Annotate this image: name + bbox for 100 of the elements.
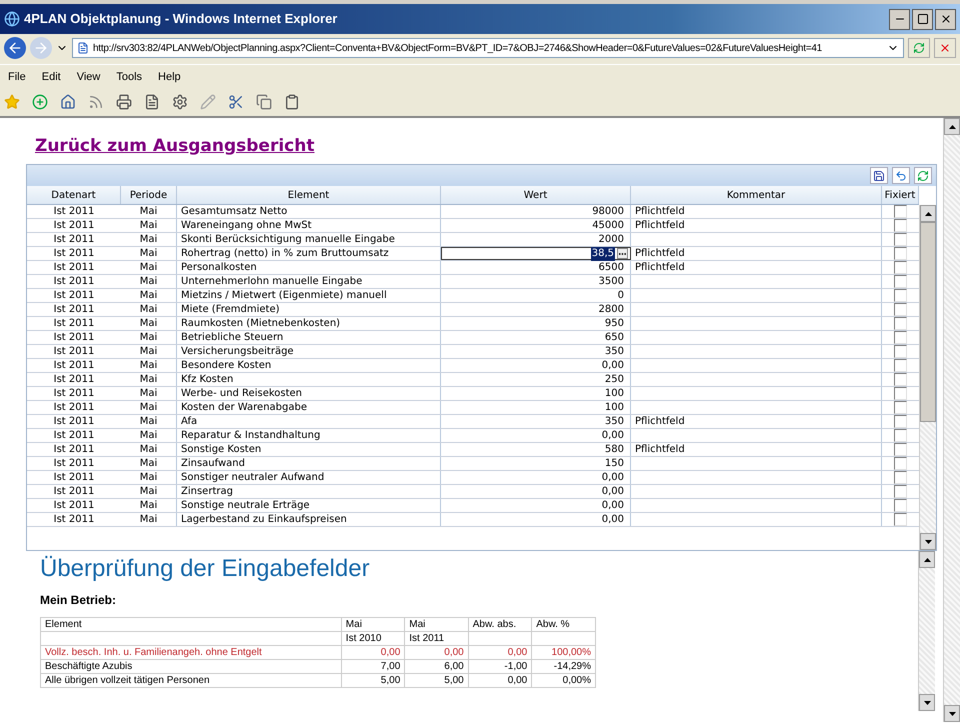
table-cell[interactable]: 0,00: [441, 485, 631, 498]
undo-button[interactable]: [892, 167, 910, 184]
table-cell[interactable]: 98000: [441, 205, 631, 218]
table-cell[interactable]: 0,00: [441, 471, 631, 484]
checkbox[interactable]: [894, 429, 907, 442]
feeds-icon[interactable]: [88, 94, 104, 110]
checkbox[interactable]: [894, 359, 907, 372]
add-favorite-icon[interactable]: [32, 94, 48, 110]
table-cell[interactable]: 0,00: [441, 499, 631, 512]
table-cell: 0,00: [444, 647, 464, 658]
column-header[interactable]: Fixiert: [882, 186, 919, 204]
checkbox[interactable]: [894, 233, 907, 246]
table-cell[interactable]: 0,00: [441, 359, 631, 372]
checkbox[interactable]: [894, 401, 907, 414]
checkbox[interactable]: [894, 457, 907, 470]
table-cell: 5,00: [444, 675, 464, 686]
refresh-icon: [917, 170, 929, 182]
checkbox[interactable]: [894, 275, 907, 288]
table-cell[interactable]: 950: [441, 317, 631, 330]
down-arrow-icon: [924, 700, 930, 704]
table-cell[interactable]: 250: [441, 373, 631, 386]
table-cell: 0,00%: [562, 675, 591, 686]
table-cell: Mai: [121, 373, 177, 386]
checkbox[interactable]: [894, 219, 907, 232]
table-cell[interactable]: 0: [441, 289, 631, 302]
checkbox[interactable]: [894, 373, 907, 386]
close-button[interactable]: [935, 8, 956, 30]
value-input[interactable]: 38,5: [441, 247, 631, 260]
table-cell[interactable]: 2800: [441, 303, 631, 316]
table-cell[interactable]: 100: [441, 401, 631, 414]
checkbox[interactable]: [894, 261, 907, 274]
column-header[interactable]: Datenart: [27, 186, 121, 204]
checkbox[interactable]: [894, 513, 907, 526]
stop-button[interactable]: [934, 38, 956, 58]
table-cell[interactable]: 0,00: [441, 513, 631, 526]
column-header: Ist 2010: [346, 633, 382, 644]
table-cell[interactable]: 3500: [441, 275, 631, 288]
settings-icon[interactable]: [172, 94, 188, 110]
column-header[interactable]: Wert: [441, 186, 631, 204]
table-cell[interactable]: 150: [441, 457, 631, 470]
table-cell[interactable]: 350: [441, 345, 631, 358]
checkbox[interactable]: [894, 471, 907, 484]
menu-item[interactable]: Help: [158, 69, 181, 86]
home-icon[interactable]: [60, 94, 76, 110]
back-button[interactable]: [4, 37, 26, 59]
scrollbar[interactable]: [918, 551, 935, 711]
menu-item[interactable]: File: [8, 69, 26, 86]
selected-value: 38,5: [590, 246, 615, 260]
menu-item[interactable]: Tools: [116, 69, 142, 86]
minimize-button[interactable]: [889, 8, 910, 30]
checkbox[interactable]: [894, 205, 907, 218]
table-cell: Afa: [177, 415, 441, 428]
table-cell[interactable]: 580: [441, 443, 631, 456]
checkbox[interactable]: [894, 499, 907, 512]
checkbox[interactable]: [894, 303, 907, 316]
refresh-button[interactable]: [914, 167, 932, 184]
print-icon[interactable]: [116, 94, 132, 110]
checkbox[interactable]: [894, 443, 907, 456]
table-cell: Alle übrigen vollzeit tätigen Personen: [45, 675, 210, 686]
checkbox[interactable]: [894, 415, 907, 428]
table-cell-text: Ist 2011: [52, 330, 96, 344]
table-cell[interactable]: 0,00: [441, 429, 631, 442]
checkbox[interactable]: [894, 317, 907, 330]
checkbox[interactable]: [894, 289, 907, 302]
maximize-button[interactable]: [912, 8, 933, 30]
checkbox[interactable]: [894, 345, 907, 358]
save-button[interactable]: [870, 167, 888, 184]
copy-icon[interactable]: [256, 94, 272, 110]
table-cell-text: Ist 2011: [52, 386, 96, 400]
table-cell: 6,00: [444, 661, 464, 672]
checkbox[interactable]: [894, 485, 907, 498]
table-cell: Vollz. besch. Inh. u. Familienangeh. ohne Entgelt: [45, 647, 262, 658]
table-cell[interactable]: 650: [441, 331, 631, 344]
table-cell-text: Ist 2011: [52, 372, 96, 386]
refresh-button[interactable]: [908, 38, 930, 58]
table-cell-text: Ist 2011: [52, 400, 96, 414]
scissors-icon[interactable]: [228, 94, 244, 110]
table-cell[interactable]: 350: [441, 415, 631, 428]
back-link[interactable]: Zurück zum Ausgangsbericht: [35, 136, 314, 156]
address-field[interactable]: http://srv303:82/4PLANWeb/ObjectPlanning.aspx?Client=Conventa+BV&ObjectForm=BV&PT_ID=7&OBJ=2746&ShowHeader=0&FutureValues=02&FutureValuesHeight=41: [72, 38, 904, 58]
table-cell: Sonstige neutrale Erträge: [177, 499, 441, 512]
menu-item[interactable]: View: [76, 69, 100, 86]
checkbox[interactable]: [894, 331, 907, 344]
table-cell: 0,00: [380, 647, 400, 658]
table-cell: Mai: [121, 219, 177, 232]
table-cell[interactable]: 100: [441, 387, 631, 400]
clipboard-icon[interactable]: [284, 94, 300, 110]
checkbox[interactable]: [894, 387, 907, 400]
checkbox[interactable]: [894, 247, 907, 260]
column-header[interactable]: Element: [177, 186, 441, 204]
scrollbar[interactable]: [943, 118, 960, 722]
page-icon[interactable]: [144, 94, 160, 110]
table-cell[interactable]: 2000: [441, 233, 631, 246]
menu-item[interactable]: Edit: [42, 69, 61, 86]
ellipsis-icon[interactable]: [617, 248, 628, 259]
table-cell[interactable]: 45000: [441, 219, 631, 232]
column-header[interactable]: Kommentar: [631, 186, 882, 204]
scrollbar[interactable]: [919, 205, 936, 550]
table-cell[interactable]: 6500: [441, 261, 631, 274]
column-header[interactable]: Periode: [121, 186, 177, 204]
